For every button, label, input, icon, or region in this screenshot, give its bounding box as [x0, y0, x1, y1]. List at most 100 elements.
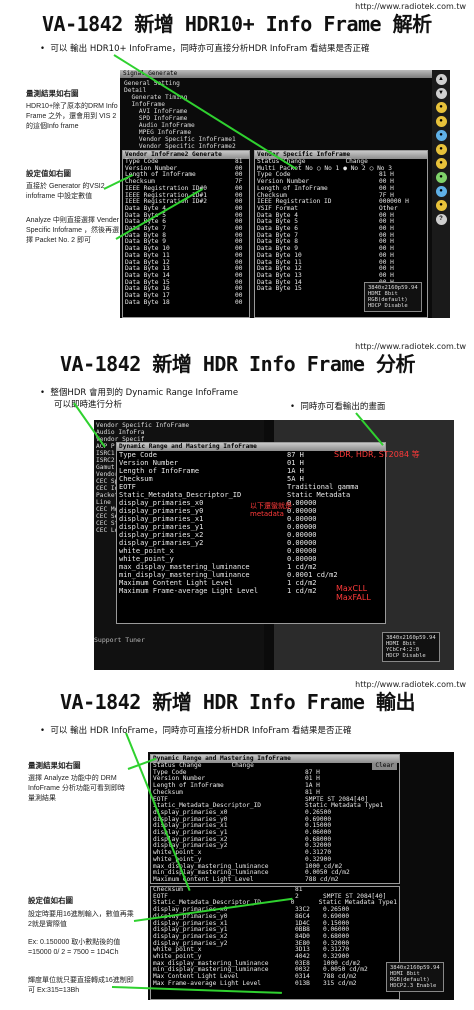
table-row[interactable]: Data Byte 18 00	[123, 298, 249, 307]
pane-rows: Type Code 81 H Version Number 00 H Length of…	[255, 172, 427, 293]
toolbar-button-3[interactable]: ●	[435, 102, 447, 113]
field-value: 013B	[295, 979, 310, 987]
field-value: 0.00000	[287, 523, 317, 531]
section3-side-text1: 選擇 Analyze 功能中的 DRM InfoFrame 分析功能可看到即時量…	[28, 775, 125, 802]
field-label: Maximum Content Light Level	[119, 579, 233, 587]
menu-item[interactable]: MPEG InfoFrame	[124, 129, 236, 136]
section2-bullet2-text: 同時亦可看輸出的畫面	[300, 402, 386, 412]
menu-item[interactable]: Audio InfoFrame	[124, 122, 236, 129]
toolbar-button-6[interactable]: ●	[435, 144, 447, 155]
packet-no2-radio[interactable]: ● No 2	[343, 164, 366, 173]
menu-item[interactable]: General Setting	[124, 80, 236, 87]
section3-side-head2: 設定值如右圖	[28, 896, 73, 905]
dynamic-range-infoframe-setting-pane[interactable]: Checksum 81 EOTF 2 SMPTE ST 2084[40] Static_M…	[150, 886, 400, 1000]
section3-side-head1: 量測結果如右圖	[28, 761, 81, 770]
table-row[interactable]: min_display_mastering_luminance 0.0001 cd…	[117, 571, 385, 579]
section1-side-text2b: Analyze 中則直接選擇 Vender Specific Infoframe…	[26, 217, 119, 244]
menu-item[interactable]: Vendor Specific InfoFrame1	[124, 136, 236, 143]
field-value: 0.00000	[287, 539, 317, 547]
field-value: 0.00000	[287, 531, 317, 539]
menu-item[interactable]: Vendor Specific InfoFrame2	[124, 143, 236, 150]
field-label: display_primaries_y1	[119, 523, 204, 531]
table-row[interactable]: white_point_y 0.00000	[117, 555, 385, 563]
section2-bullet1-text: 整個HDR 會用到的 Dynamic Range InfoFrame	[50, 388, 239, 398]
field-label: display_primaries_x0	[119, 499, 204, 507]
field-value: 2	[295, 892, 299, 900]
toolbar-button-4[interactable]: ●	[435, 116, 447, 127]
menu-item[interactable]: InfoFrame	[124, 101, 236, 108]
table-row[interactable]: Checksum 5A H	[117, 475, 385, 483]
field-value: 0.00000	[287, 547, 317, 555]
section3-bullet-text: 可以 輸出 HDR InfoFrame，同時亦可直接分析HDR InfoFram…	[50, 726, 352, 736]
dynamic-range-infoframe-analyze-pane[interactable]: Dynamic Range and Mastering InfoFrame St…	[150, 754, 400, 884]
section1-side-head2: 設定值如右圖	[26, 169, 71, 178]
menu-item[interactable]: Vendor Specific InfoFrame	[96, 422, 189, 429]
field-value: 5A H	[287, 475, 304, 483]
section3-title: VA-1842 新增 HDR Info Frame 輸出	[60, 690, 415, 714]
field-label: white_point_x	[119, 547, 174, 555]
note-maxcll: MaxCLL	[336, 584, 368, 593]
field-label: Type Code	[119, 451, 157, 459]
table-row[interactable]: Length of InfoFrame 1A H	[151, 782, 399, 790]
toolbar-button-8[interactable]: ●	[435, 172, 447, 183]
table-row[interactable]: Version Number 01 H	[117, 459, 385, 467]
note-metadata: 以下還蠻就是metadata	[250, 502, 292, 518]
field-value: Traditional gamma	[287, 483, 359, 491]
change-button[interactable]: Change	[231, 762, 253, 770]
field-value: 0.0001 cd/m2	[287, 571, 338, 579]
field-label: display_primaries_x1	[119, 515, 204, 523]
toolbar-button-11[interactable]: ?	[435, 214, 447, 225]
field-label: min_display_mastering_luminance	[119, 571, 250, 579]
section1-side-text1: HDR10+除了原本的DRM Info Frame 之外，還會用到 VIS 2 …	[26, 103, 118, 130]
field-label: display_primaries_y2	[119, 539, 204, 547]
screenshot-3: Dynamic Range and Mastering InfoFrame St…	[148, 752, 454, 1000]
pane-rows: Type Code 81 Version Number 00 Length of Inf…	[123, 158, 249, 307]
table-row[interactable]: display_primaries_y1 0.00000	[117, 523, 385, 531]
generate-menu[interactable]: General Setting Detail Generate Timing In…	[124, 80, 236, 150]
status-change-row: Status Change Change Clear	[151, 762, 399, 770]
table-row[interactable]: display_primaries_x2 0.00000	[117, 531, 385, 539]
table-row[interactable]: max_display_mastering_luminance 1 cd/m2	[117, 563, 385, 571]
menu-item[interactable]: Audio InfoFra	[96, 429, 189, 436]
table-row[interactable]: white_point_x 0.00000	[117, 547, 385, 555]
toolbar-button-10[interactable]: ●	[435, 200, 447, 211]
table-row[interactable]: display_primaries_y2 0.00000	[117, 539, 385, 547]
menu-item[interactable]: AVI InfoFrame	[124, 108, 236, 115]
field-label: Checksum	[119, 475, 153, 483]
field-value: Static Metadata	[287, 491, 351, 499]
field-label: Length of InfoFrame	[119, 467, 200, 475]
vendor-infoframe2-generate-pane[interactable]: Vendor InfoFrame2 Generate Type Code 81 Ve…	[122, 150, 250, 318]
section1-bullet-text: 可以 輸出 HDR10+ InfoFrame，同時亦可直接分析HDR InfoF…	[50, 44, 370, 54]
support-tuner-label: Support Tuner	[94, 636, 145, 644]
menu-item[interactable]: Detail	[124, 87, 236, 94]
field-value: 1A H	[287, 467, 304, 475]
section2-title: VA-1842 新增 HDR Info Frame 分析	[60, 352, 415, 376]
note-maxfall: MaxFALL	[336, 593, 371, 602]
table-row[interactable]: Length of InfoFrame 1A H	[117, 467, 385, 475]
section1-side-head1: 量測結果如右圖	[26, 89, 79, 98]
toolbar-button-5[interactable]: ●	[435, 130, 447, 141]
toolbar-button-1[interactable]: ▲	[435, 74, 447, 85]
field-label: display_primaries_y0	[119, 507, 204, 515]
field-value: 1 cd/m2	[287, 563, 317, 571]
clear-button[interactable]: Clear	[372, 762, 397, 770]
toolbar-button-9[interactable]: ●	[435, 186, 447, 197]
output-status-box: 3840x2160p59.94 HDMI 8bit YCbCr4:2:0 HDC…	[382, 632, 440, 662]
packet-no1-radio[interactable]: ○ No 1	[317, 164, 340, 173]
field-label: Data Byte 18	[125, 298, 170, 306]
packet-no1-label: No 1	[324, 164, 340, 172]
window-title-bar: Signal Generate	[120, 70, 432, 78]
field-value: 01 H	[287, 459, 304, 467]
section1-bullet: • 可以 輸出 HDR10+ InfoFrame，同時亦可直接分析HDR Inf…	[40, 44, 370, 54]
section2-bullet1: • 整個HDR 會用到的 Dynamic Range InfoFrame	[40, 388, 239, 398]
table-row[interactable]: EOTF Traditional gamma	[117, 483, 385, 491]
toolbar-button-7[interactable]: ●	[435, 158, 447, 169]
section2-bullet2: • 同時亦可看輸出的畫面	[290, 402, 386, 412]
field-label: Data Byte 15	[257, 285, 302, 293]
packet-no2-label: No 2	[350, 164, 366, 172]
field-label: max_display_mastering_luminance	[119, 563, 250, 571]
toolbar-button-2[interactable]: ▼	[435, 88, 447, 99]
field-value: 00	[235, 298, 243, 306]
table-row[interactable]: Max Frame-average Light Level 013B 315 cd/…	[151, 979, 399, 988]
table-row[interactable]: Static_Metadata_Descriptor_ID Static Meta…	[117, 491, 385, 499]
